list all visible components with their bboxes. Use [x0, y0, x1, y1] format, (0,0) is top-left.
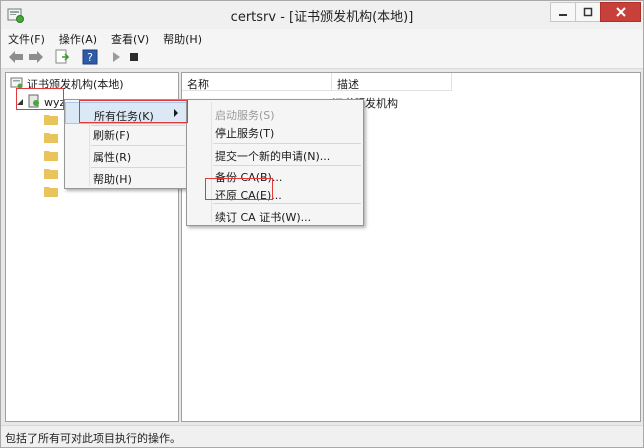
column-header-name[interactable]: 名称	[182, 73, 332, 91]
tree-child-folder-3[interactable]	[44, 148, 58, 164]
close-button[interactable]	[600, 2, 641, 22]
all-tasks-submenu: 启动服务(S) 停止服务(T) 提交一个新的申请(N)... 备份 CA(B).…	[186, 99, 364, 226]
minimize-button[interactable]	[550, 2, 576, 22]
submenu-item-renew-ca-cert[interactable]: 续订 CA 证书(W)...	[187, 204, 363, 226]
toolbar: ?	[1, 47, 643, 69]
folder-icon	[44, 113, 58, 128]
menu-view[interactable]: 查看(V)	[104, 29, 156, 47]
tree-child-folder-2[interactable]	[44, 130, 58, 146]
tree-child-folder-1[interactable]	[44, 112, 58, 128]
column-header-description[interactable]: 描述	[332, 73, 452, 91]
start-service-icon	[110, 51, 122, 66]
menu-bar: 文件(F) 操作(A) 查看(V) 帮助(H)	[1, 29, 643, 47]
back-arrow-icon	[8, 50, 24, 67]
menu-item-help-label: 帮助(H)	[93, 173, 132, 186]
menu-help[interactable]: 帮助(H)	[156, 29, 209, 47]
tree-child-folder-5[interactable]	[44, 184, 58, 200]
folder-icon	[44, 185, 58, 200]
menu-item-properties-label: 属性(R)	[93, 151, 132, 164]
stop-service-icon	[128, 51, 140, 66]
status-bar: 包括了所有可对此项目执行的操作。	[1, 425, 643, 447]
minimize-icon	[558, 7, 568, 17]
title-bar: certsrv - [证书颁发机构(本地)]	[1, 1, 643, 29]
tree-child-folder-4[interactable]	[44, 166, 58, 182]
help-button[interactable]: ?	[81, 49, 99, 67]
menu-item-refresh[interactable]: 刷新(F)	[65, 122, 187, 144]
menu-item-help[interactable]: 帮助(H)	[65, 166, 187, 188]
forward-arrow-icon	[28, 50, 44, 67]
submenu-item-stop-service[interactable]: 停止服务(T)	[187, 120, 363, 142]
menu-item-properties[interactable]: 属性(R)	[65, 144, 187, 166]
maximize-button[interactable]	[575, 2, 601, 22]
annotation-box-ca-node	[16, 88, 64, 110]
stop-service-button[interactable]	[125, 49, 143, 67]
submenu-item-submit-request[interactable]: 提交一个新的申请(N)...	[187, 143, 363, 165]
back-button[interactable]	[7, 49, 25, 67]
export-list-button[interactable]	[53, 49, 71, 67]
svg-text:?: ?	[87, 51, 93, 64]
close-icon	[615, 6, 627, 18]
menu-file[interactable]: 文件(F)	[1, 29, 52, 47]
folder-icon	[44, 149, 58, 164]
folder-icon	[44, 167, 58, 182]
folder-icon	[44, 131, 58, 146]
start-service-button[interactable]	[107, 49, 125, 67]
menu-action[interactable]: 操作(A)	[52, 29, 104, 47]
maximize-icon	[583, 7, 593, 17]
export-list-icon	[54, 49, 70, 68]
menu-item-refresh-label: 刷新(F)	[93, 129, 130, 142]
window-title: certsrv - [证书颁发机构(本地)]	[230, 10, 414, 25]
annotation-box-restore-ca	[205, 178, 273, 200]
help-icon: ?	[82, 49, 98, 68]
forward-button[interactable]	[27, 49, 45, 67]
annotation-box-all-tasks	[79, 100, 188, 123]
